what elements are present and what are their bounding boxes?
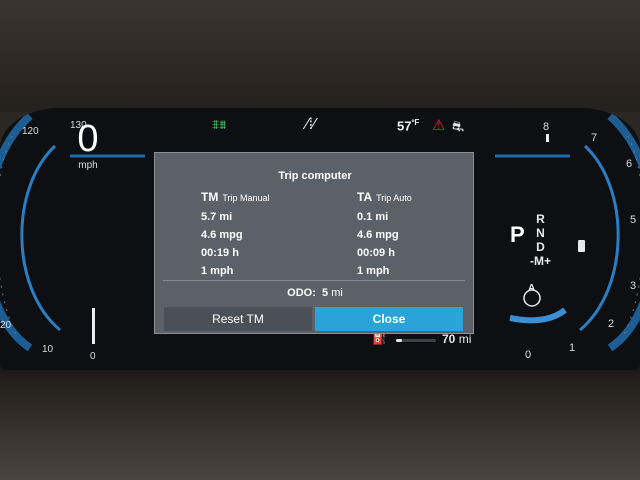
tach-tick-1: 1 [569,342,576,354]
trip-auto-consumption: 4.6 mpg [357,229,399,241]
speed-tick-10: 10 [42,344,54,355]
door-open-icon: ⛐ [452,118,465,134]
reset-tm-button[interactable]: Reset TM [164,307,312,331]
trip-manual-column: TM Trip Manual 5.7 mi 4.6 mpg 00:19 h 1 m… [201,190,270,280]
gear-option-r: R [536,212,545,226]
trip-auto-time: 00:09 h [357,247,395,259]
tach-tick-7: 7 [591,132,598,144]
speed-tick-20: 20 [0,320,12,331]
trip-manual-header: TM Trip Manual [201,190,270,204]
current-speed: 0 [77,118,99,160]
auto-hold-label: A [528,283,536,294]
tach-tick-3: 3 [630,280,637,292]
dialog-title: Trip computer [278,170,352,182]
tach-tick-5: 5 [630,214,637,226]
gear-option-m: -M+ [530,254,551,268]
dashboard-bezel-top [0,0,640,112]
current-gear: P [510,222,525,247]
dashboard-bezel-bottom [0,365,640,480]
gear-option-d: D [536,240,545,254]
trip-manual-time: 00:19 h [201,247,239,259]
trip-auto-avg-speed: 1 mph [357,265,390,277]
tach-tick-0: 0 [525,349,532,361]
gear-option-n: N [536,226,545,240]
range-readout: 70 mi [442,332,472,346]
outside-temperature: 57ºF [397,118,420,134]
trip-auto-column: TA Trip Auto 0.1 mi 4.6 mpg 00:09 h 1 mph [357,190,412,280]
dialog-divider [163,280,465,281]
trip-manual-avg-speed: 1 mph [201,265,234,277]
lane-assist-icon: ⁄⁞⁄ [306,116,316,133]
trip-computer-dialog: Trip computer TM Trip Manual 5.7 mi 4.6 m… [154,152,474,334]
trip-manual-distance: 5.7 mi [201,211,233,223]
seatbelt-warning-icon: ⚠ [432,117,446,134]
tach-tick-2: 2 [608,318,615,330]
speed-tick-0: 0 [90,351,96,362]
gear-options: R N D -M+ [530,212,551,268]
speed-unit: mph [78,160,98,171]
trip-manual-consumption: 4.6 mpg [201,229,243,241]
close-button[interactable]: Close [315,307,463,331]
tach-tick-8: 8 [543,121,550,133]
trip-auto-header: TA Trip Auto [357,190,412,204]
odometer-readout: ODO: 5 mi [287,287,343,299]
trip-auto-distance: 0.1 mi [357,211,389,223]
tach-tick-6: 6 [626,158,633,170]
speed-tick-120: 120 [22,126,39,137]
headlight-indicator-icon: ⩨⩩ [212,117,227,132]
